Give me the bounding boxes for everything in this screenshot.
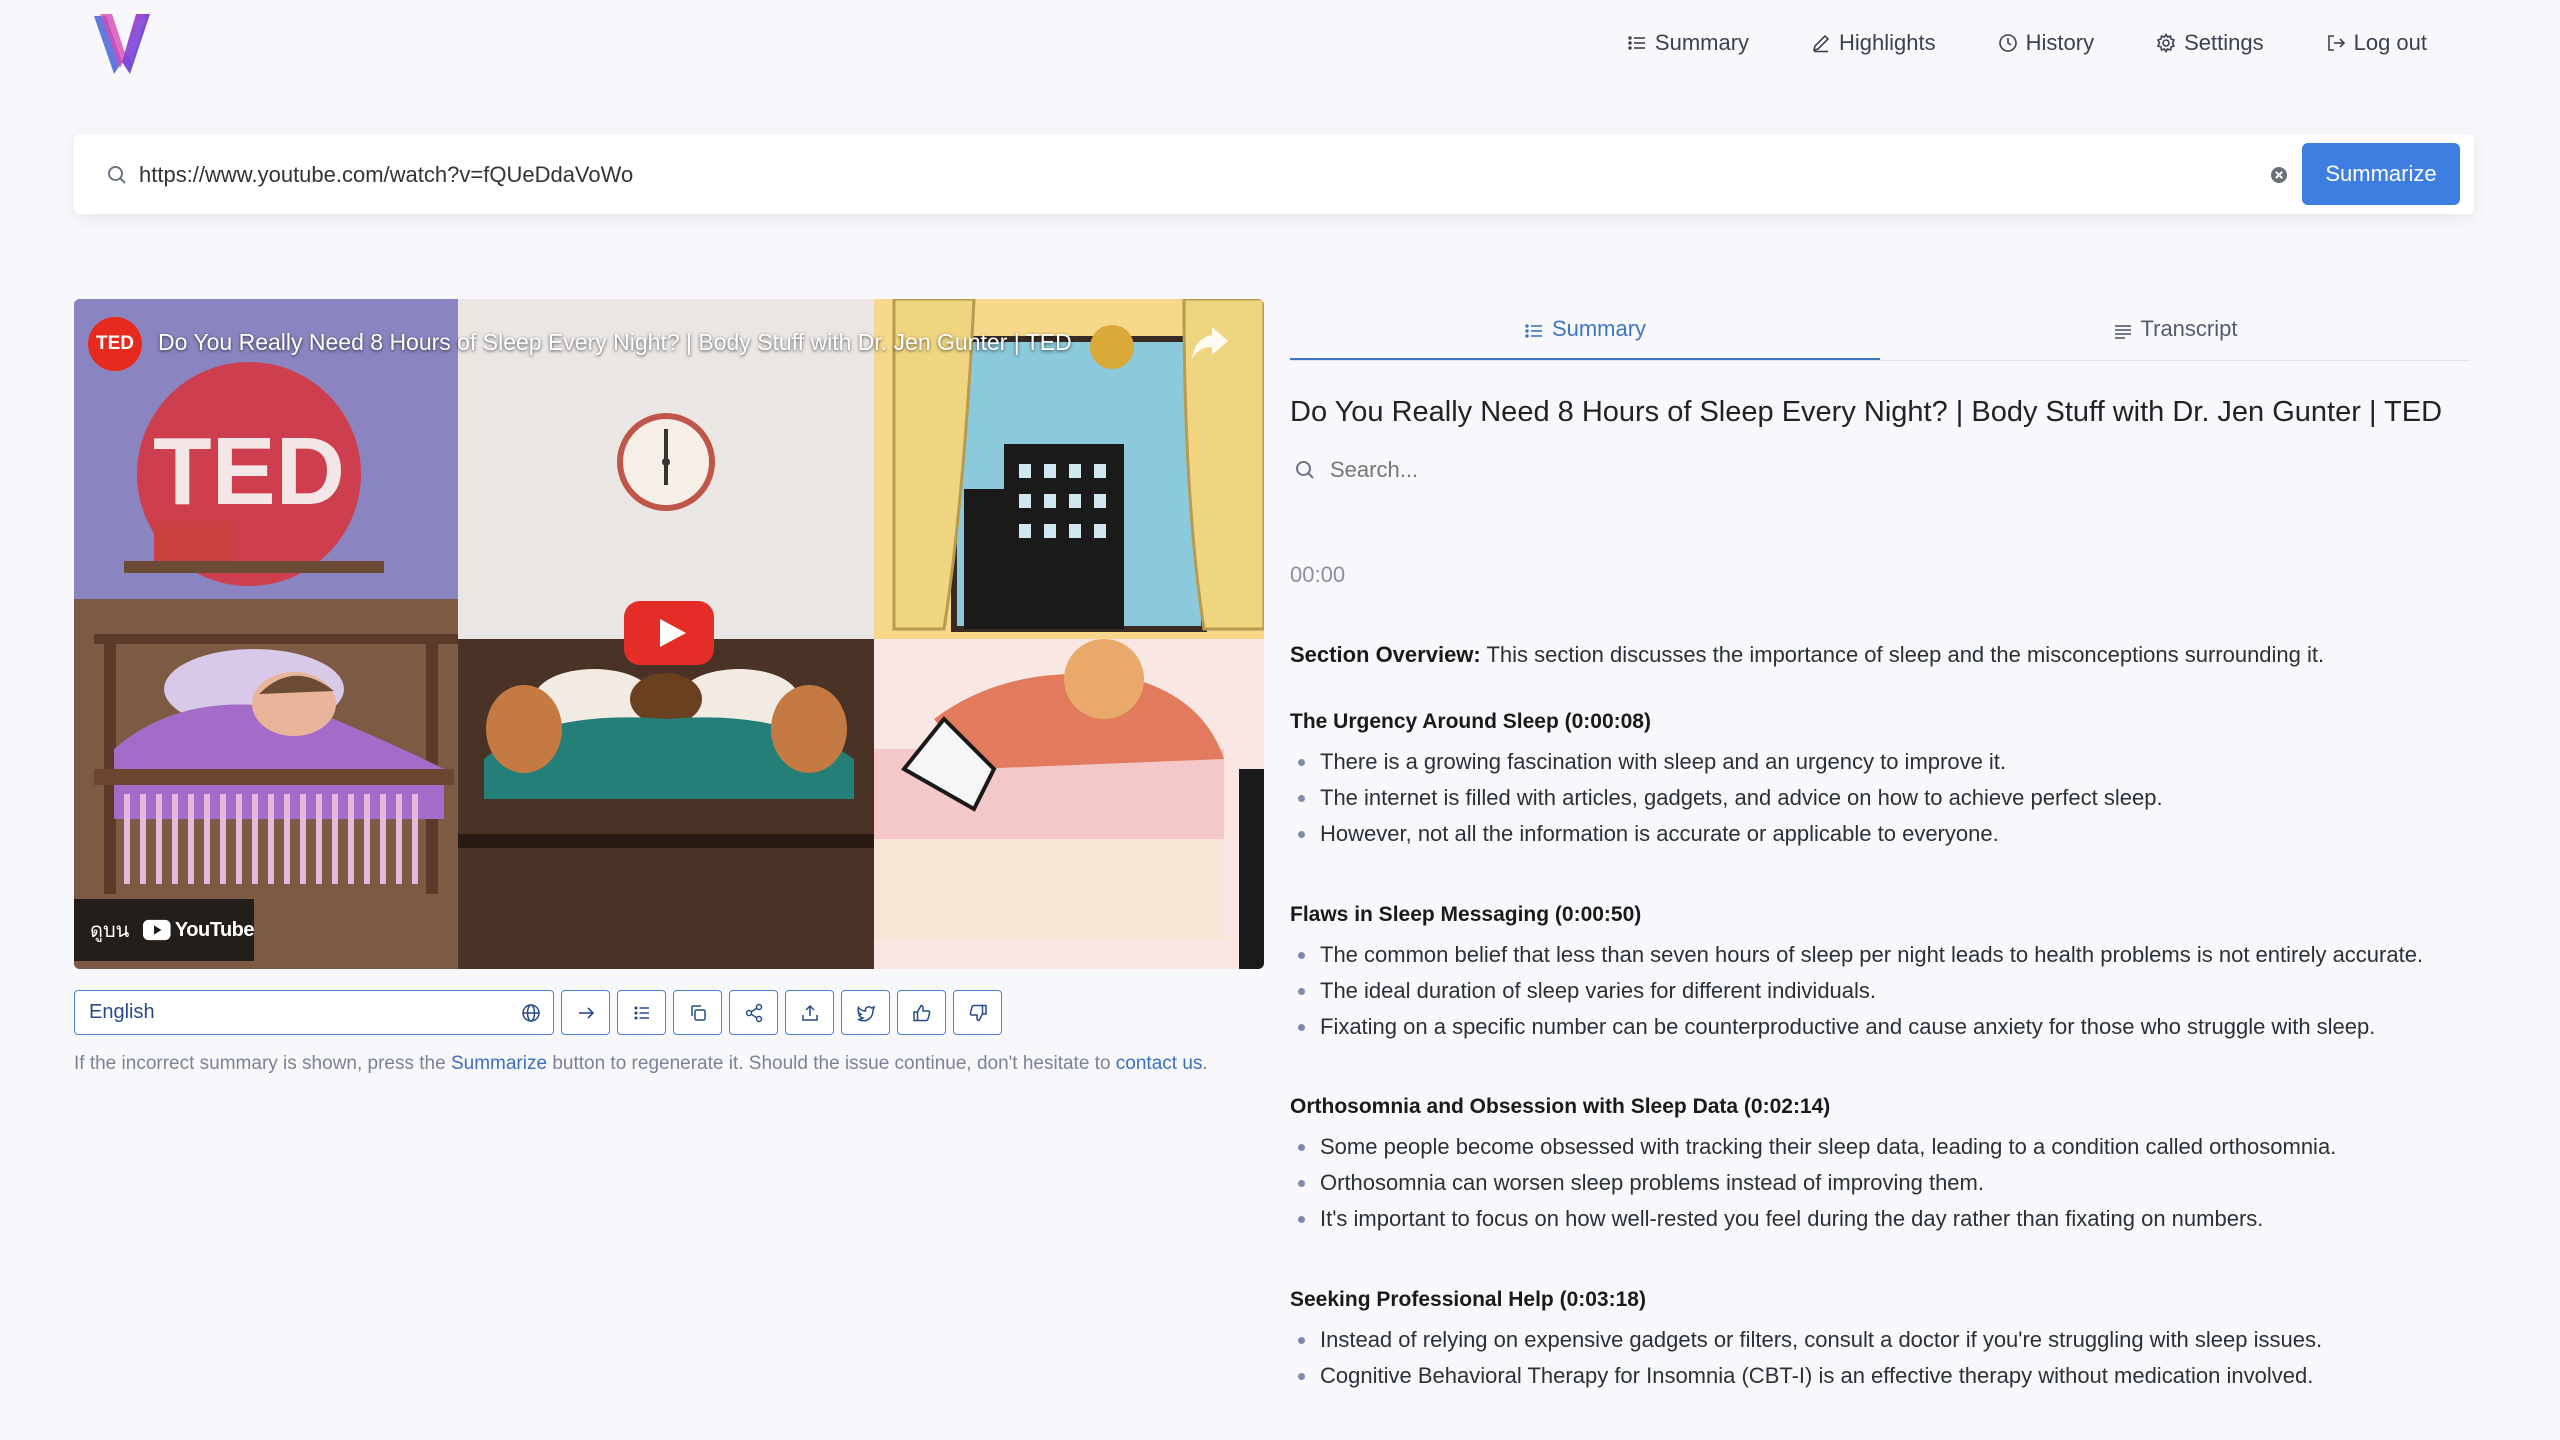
gear-icon	[2156, 33, 2176, 53]
summary-bullet: Instead of relying on expensive gadgets …	[1290, 1322, 2510, 1358]
summary-search	[1294, 456, 1732, 484]
section-heading[interactable]: Orthosomnia and Obsession with Sleep Dat…	[1290, 1095, 2510, 1119]
summary-bullet: The ideal duration of sleep varies for d…	[1290, 973, 2510, 1009]
tab-transcript-label: Transcript	[2140, 316, 2238, 341]
list-view-button[interactable]	[617, 990, 666, 1035]
summary-search-input[interactable]	[1328, 456, 1732, 484]
summary-title: Do You Really Need 8 Hours of Sleep Ever…	[1290, 396, 2443, 428]
globe-icon	[522, 1003, 540, 1022]
video-player[interactable]: TED TED Do You Really Need 8 Hours of Sl…	[74, 299, 1264, 969]
url-search-bar: Summarize	[74, 134, 2474, 214]
summary-section: Seeking Professional Help (0:03:18) Inst…	[1290, 1288, 2510, 1394]
notice-text-2: button to regenerate it. Should the issu…	[547, 1053, 1116, 1074]
clock-icon	[1998, 34, 2017, 52]
nav-settings-link[interactable]: Settings	[2156, 30, 2264, 56]
video-toolbar: English	[74, 990, 1002, 1037]
section-heading[interactable]: Seeking Professional Help (0:03:18)	[1290, 1288, 2510, 1312]
content-tabs: Summary Transcript	[1290, 308, 2470, 361]
section-heading[interactable]: The Urgency Around Sleep (0:00:08)	[1290, 710, 2510, 734]
list-icon	[633, 1005, 649, 1020]
play-button[interactable]	[624, 601, 714, 665]
summary-bullet: The common belief that less than seven h…	[1290, 937, 2510, 973]
summary-bullet: Orthosomnia can worsen sleep problems in…	[1290, 1165, 2510, 1201]
summary-section: Flaws in Sleep Messaging (0:00:50) The c…	[1290, 903, 2510, 1045]
nav-logout-link[interactable]: Log out	[2326, 30, 2427, 56]
summary-bullet: Cognitive Behavioral Therapy for Insomni…	[1290, 1358, 2510, 1394]
watch-on-label: ดูบน	[90, 920, 130, 942]
summary-bullet: Fixating on a specific number can be cou…	[1290, 1009, 2510, 1045]
section-overview: Section Overview: This section discusses…	[1290, 642, 2490, 668]
language-value: English	[89, 1001, 155, 1023]
nav-highlights-label: Highlights	[1839, 30, 1936, 55]
summary-section: The Urgency Around Sleep (0:00:08) There…	[1290, 710, 2510, 852]
dislike-button[interactable]	[953, 990, 1002, 1035]
summary-bullet: Some people become obsessed with trackin…	[1290, 1129, 2510, 1165]
tab-summary[interactable]: Summary	[1290, 308, 1880, 360]
summary-bullet: There is a growing fascination with slee…	[1290, 744, 2510, 780]
copy-button[interactable]	[673, 990, 722, 1035]
svg-text:TED: TED	[153, 418, 345, 525]
platform-label: YouTube	[174, 918, 255, 941]
youtube-logo-icon	[143, 919, 171, 941]
copy-icon	[690, 1004, 706, 1021]
overview-text: This section discusses the importance of…	[1480, 642, 2325, 667]
section-timestamp[interactable]: 00:00	[1290, 562, 1345, 588]
notice-text-3: .	[1202, 1053, 1208, 1074]
clear-icon[interactable]	[2268, 164, 2290, 186]
nav-summary-label: Summary	[1654, 30, 1750, 55]
nav-links: Summary Highlights History Settings Log …	[1627, 30, 2427, 56]
summary-section: Orthosomnia and Obsession with Sleep Dat…	[1290, 1095, 2510, 1237]
url-input[interactable]	[137, 152, 2221, 198]
logout-icon	[2327, 35, 2345, 51]
section-heading[interactable]: Flaws in Sleep Messaging (0:00:50)	[1290, 903, 2510, 927]
language-select[interactable]: English	[74, 990, 554, 1035]
summarize-button[interactable]: Summarize	[2302, 143, 2460, 205]
thumbs-down-icon	[969, 1004, 987, 1021]
contact-us-link[interactable]: contact us	[1116, 1053, 1203, 1074]
nav-settings-label: Settings	[2184, 30, 2264, 55]
tab-summary-label: Summary	[1551, 316, 1647, 341]
nav-logout-label: Log out	[2353, 30, 2427, 55]
share-icon[interactable]	[1182, 319, 1236, 379]
search-icon	[1296, 461, 1314, 479]
list-icon	[1628, 36, 1645, 50]
list-icon	[1525, 324, 1542, 338]
pencil-icon	[1812, 34, 1830, 53]
notice-text-1: If the incorrect summary is shown, press…	[74, 1053, 451, 1074]
nav-highlights-link[interactable]: Highlights	[1811, 30, 1936, 56]
arrow-right-icon	[578, 1006, 594, 1019]
tab-transcript[interactable]: Transcript	[1880, 308, 2470, 360]
nav-history-link[interactable]: History	[1998, 30, 2094, 56]
summary-bullet: The internet is filled with articles, ga…	[1290, 780, 2510, 816]
overview-label: Section Overview:	[1290, 642, 1481, 667]
share-button[interactable]	[729, 990, 778, 1035]
thumbs-up-icon	[912, 1004, 930, 1021]
notice-summarize-link[interactable]: Summarize	[451, 1053, 547, 1074]
twitter-icon	[856, 1005, 875, 1022]
channel-avatar[interactable]: TED	[88, 317, 142, 371]
watch-on-youtube[interactable]: ดูบน YouTube	[74, 899, 255, 961]
nav-history-label: History	[2025, 30, 2095, 55]
go-button[interactable]	[561, 990, 610, 1035]
app-logo[interactable]	[92, 12, 152, 78]
upload-icon	[801, 1004, 818, 1021]
summary-bullet: However, not all the information is accu…	[1290, 816, 2510, 852]
search-icon	[108, 166, 126, 184]
nav-summary-link[interactable]: Summary	[1627, 30, 1749, 56]
like-button[interactable]	[897, 990, 946, 1035]
summary-bullet: It's important to focus on how well-rest…	[1290, 1201, 2510, 1237]
export-button[interactable]	[785, 990, 834, 1035]
regenerate-notice: If the incorrect summary is shown, press…	[74, 1048, 1264, 1080]
tweet-button[interactable]	[841, 990, 890, 1035]
top-navigation: Summary Highlights History Settings Log …	[0, 0, 2560, 90]
video-title[interactable]: Do You Really Need 8 Hours of Sleep Ever…	[158, 329, 1072, 356]
share-icon	[745, 1003, 762, 1022]
text-lines-icon	[2114, 325, 2131, 339]
